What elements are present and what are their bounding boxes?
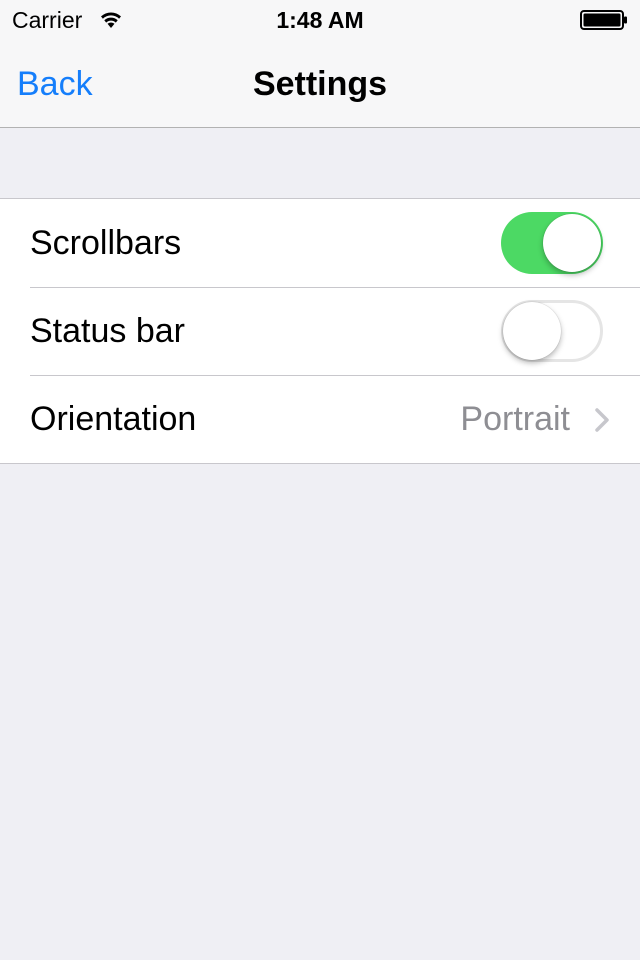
settings-list: Scrollbars Status bar Orientation Portra… [0, 198, 640, 464]
status-bar-toggle[interactable] [501, 300, 603, 362]
page-title: Settings [252, 65, 388, 103]
scrollbars-toggle[interactable] [501, 212, 603, 274]
back-button[interactable]: Back [17, 64, 93, 104]
orientation-label: Orientation [30, 400, 197, 438]
scrollbars-label: Scrollbars [30, 224, 182, 262]
settings-row-scrollbars: Scrollbars [0, 199, 640, 287]
navigation-bar: Back Settings [0, 40, 640, 128]
status-time: 1:48 AM [276, 7, 364, 33]
orientation-value: Portrait [460, 400, 570, 438]
settings-row-orientation[interactable]: Orientation Portrait [0, 375, 640, 463]
top-bar: Carrier 1:48 AM Back Settings [0, 0, 640, 128]
toggle-knob [543, 214, 601, 272]
settings-row-status-bar: Status bar [0, 287, 640, 375]
toggle-knob [503, 302, 561, 360]
battery-icon [580, 10, 627, 30]
status-bar-label: Status bar [30, 312, 185, 350]
status-bar: Carrier 1:48 AM [0, 0, 640, 40]
chevron-right-icon [595, 408, 609, 432]
